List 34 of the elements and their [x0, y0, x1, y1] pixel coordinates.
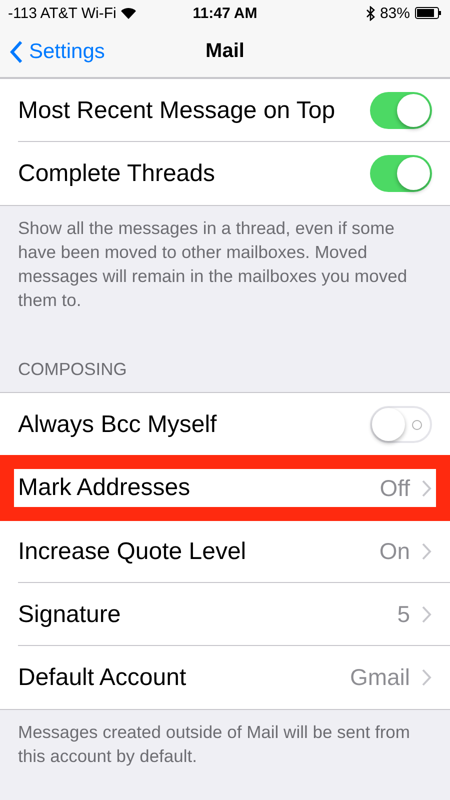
setting-value: Gmail: [350, 664, 410, 691]
toggle-switch[interactable]: [370, 155, 432, 192]
screen-title: Mail: [206, 40, 244, 63]
clock-text: 11:47 AM: [192, 4, 258, 22]
footer-note: Messages created outside of Mail will be sent from this account by default.: [17, 721, 411, 768]
wifi-icon: [121, 8, 136, 18]
toggle-switch[interactable]: [370, 406, 432, 443]
setting-label: Increase Quote Level: [18, 538, 248, 566]
setting-label: Default Account: [18, 664, 188, 692]
bluetooth-icon: [366, 6, 375, 20]
setting-value: On: [379, 538, 410, 565]
chevron-icon: [422, 543, 432, 560]
battery-icon: [414, 7, 442, 19]
back-chevron-icon: [10, 40, 23, 62]
section-header: COMPOSING: [17, 359, 128, 381]
chevron-icon: [422, 669, 432, 686]
carrier-text: -113 AT&T Wi-Fi: [8, 4, 116, 22]
back-button[interactable]: Settings: [0, 40, 115, 64]
toggle-switch[interactable]: [370, 92, 432, 129]
setting-value: Off: [380, 474, 410, 502]
battery-text: 83%: [380, 4, 410, 22]
highlighted-row[interactable]: Mark Addresses Off: [0, 455, 450, 521]
chevron-icon: [422, 480, 432, 496]
chevron-icon: [422, 606, 432, 623]
setting-label: Always Bcc Myself: [18, 410, 218, 438]
setting-value: 5: [397, 601, 410, 628]
setting-label: Signature: [18, 600, 122, 628]
settings-row[interactable]: Default Account Gmail: [0, 646, 450, 709]
setting-label: Most Recent Message on Top: [18, 96, 336, 124]
settings-row[interactable]: Increase Quote Level On: [0, 520, 450, 583]
setting-label: Mark Addresses: [18, 474, 192, 502]
footer-note: Show all the messages in a thread, even if some have been moved to other mailboxes. Moved messages will remain in the mailboxes you moved them to.: [17, 217, 408, 312]
setting-label: Complete Threads: [18, 160, 216, 188]
settings-row[interactable]: Signature 5: [0, 583, 450, 646]
